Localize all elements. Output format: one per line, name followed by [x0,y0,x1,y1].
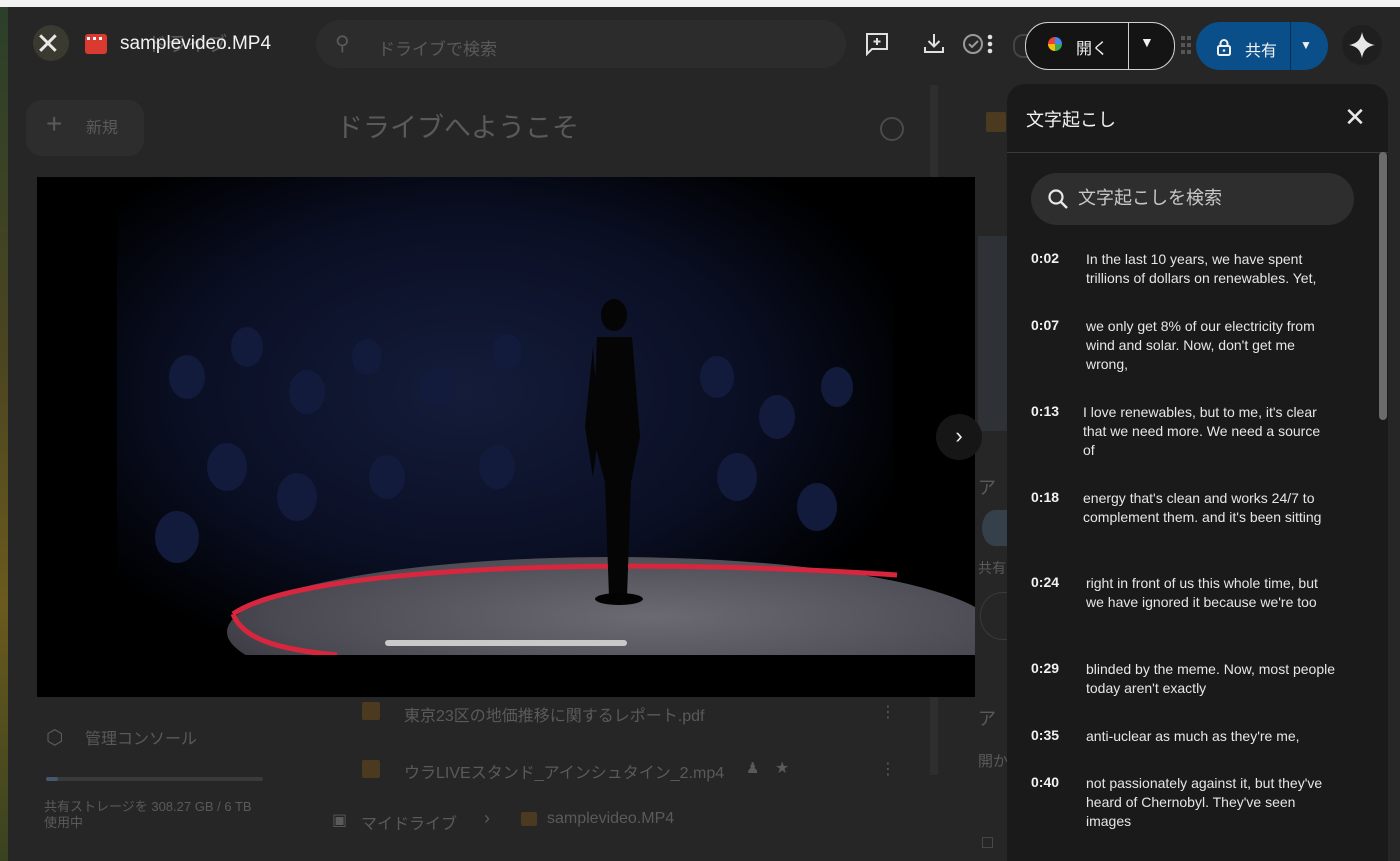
activity-heading: ア [978,709,996,729]
shared-label: 共有 [978,560,1006,576]
transcript-text: energy that's clean and works 24/7 to co… [1083,490,1322,525]
shared-people-icon: ♟ [746,760,760,777]
transcript-scrollbar[interactable] [1379,152,1387,420]
next-file-button[interactable]: › [936,414,982,460]
open-with-button[interactable]: 開く [1076,35,1108,59]
opened-label: 開か [978,753,1009,770]
my-drive-icon: ▣ [332,812,348,829]
pdf-file-icon [362,702,380,720]
video-file-icon [521,812,537,826]
new-button-label: 新規 [86,120,119,137]
admin-console-label: 管理コンソール [85,731,198,748]
file-row-name: ウラLIVEスタンド_アインシュタイン_2.mp4 [404,765,725,782]
breadcrumb-root: マイドライブ [361,816,458,833]
file-preview-thumbnail [978,236,1008,431]
video-player[interactable] [37,177,975,697]
video-file-icon [986,112,1006,132]
share-divider [1290,22,1291,70]
gemini-button[interactable] [1342,25,1382,65]
storage-bar [46,777,263,781]
plus-icon: + [46,108,63,139]
avatar [982,510,1008,546]
transcript-timestamp[interactable]: 0:13 [1031,403,1059,419]
transcript-timestamp[interactable]: 0:02 [1031,250,1059,266]
star-icon: ★ [775,760,790,777]
drive-search-icon: ⚲ [335,33,350,55]
transcript-timestamp[interactable]: 0:40 [1031,774,1059,790]
transcript-timestamp[interactable]: 0:29 [1031,660,1059,676]
share-button[interactable]: 共有 [1245,37,1277,61]
panel-divider [1007,152,1388,153]
more-options-icon: ⋮ [880,761,896,778]
more-vert-icon[interactable] [979,30,1001,58]
transcript-timestamp[interactable]: 0:07 [1031,317,1059,333]
viewer-filename: samplevideo.MP4 [120,33,272,54]
details-heading: ア [978,478,996,498]
open-with-app-icon [1048,37,1062,51]
download-icon[interactable] [920,30,948,58]
transcript-text: not passionately against it, but they've… [1086,775,1323,829]
transcript-text: blinded by the meme. Now, most people to… [1086,661,1336,696]
transcript-text: right in front of us this whole time, bu… [1086,575,1318,610]
transcript-text: anti-uclear as much as they're me, [1086,728,1300,744]
breadcrumb-current: samplevideo.MP4 [547,810,675,827]
storage-bar-fill [46,777,58,781]
transcript-text: we only get 8% of our electricity from w… [1086,318,1315,372]
chevron-right-icon: › [484,808,490,828]
file-row-name: 東京23区の地価推移に関するレポート.pdf [404,708,705,725]
close-transcript-button[interactable]: ✕ [1342,104,1368,130]
transcript-timestamp[interactable]: 0:35 [1031,727,1059,743]
transcript-search-input[interactable] [1078,185,1338,211]
transcript-text: I love renewables, but to me, it's clear… [1083,404,1321,458]
add-comment-icon[interactable] [863,30,891,58]
video-file-icon [362,760,380,778]
share-dropdown-icon[interactable]: ▼ [1300,38,1312,52]
transcript-timestamp[interactable]: 0:24 [1031,574,1059,590]
sparkle-icon [1349,32,1375,58]
close-viewer-button[interactable]: ✕ [30,27,66,63]
info-icon [880,117,904,141]
more-options-icon: ⋮ [880,704,896,721]
search-icon [1048,189,1068,209]
transcript-title: 文字起こし [1026,110,1116,130]
video-frame [37,177,975,697]
lock-icon: □ [982,832,993,852]
open-with-dropdown-icon[interactable]: ▼ [1140,34,1154,50]
lock-icon [1217,39,1231,56]
transcript-text: In the last 10 years, we have spent tril… [1086,251,1317,286]
transcript-timestamp[interactable]: 0:18 [1031,489,1059,505]
desktop-wallpaper-edge [0,7,8,861]
video-file-icon [85,34,107,54]
new-button [26,100,144,156]
welcome-title: ドライブへようこそ [336,113,579,143]
apps-grid-icon [1181,36,1191,54]
storage-usage-text: 共有ストレージを 308.27 GB / 6 TB 使用中 [44,799,252,830]
admin-console-icon: ⬡ [46,727,64,749]
open-with-divider [1128,22,1129,70]
browser-top-strip [0,0,1400,7]
drive-search-placeholder: ドライブで検索 [378,40,497,59]
